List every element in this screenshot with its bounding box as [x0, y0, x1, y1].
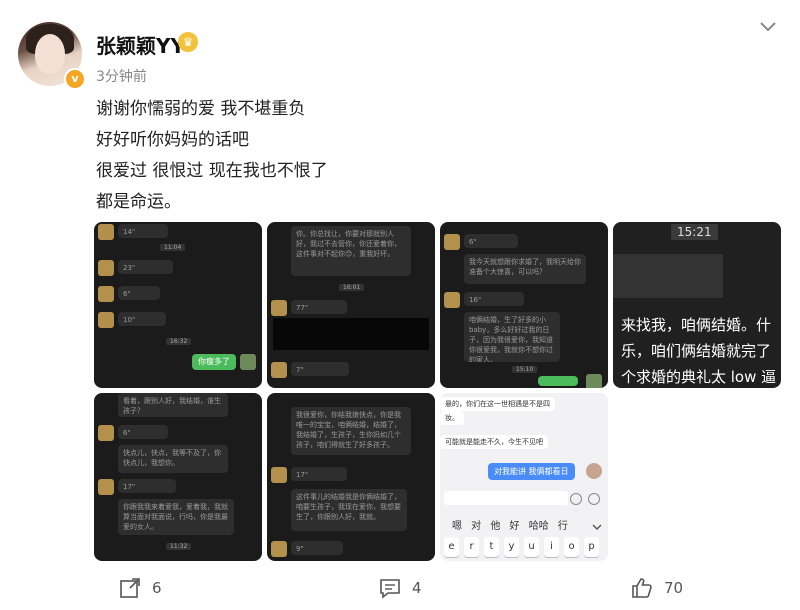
text-message: 你。你总找让，你要对那就别人好，我过不去管你，你还爱着你，这件事对不起你😊，重我… — [291, 226, 411, 276]
voice-message: 17" — [291, 467, 347, 481]
chat-avatar — [98, 224, 114, 240]
image-thumbnail-6[interactable]: 我很爱你，你结我娘快点，你是我唯一的宝宝，咱俩结婚，结婚了，我结婚了，生孩子，生… — [267, 393, 435, 561]
share-icon — [120, 578, 140, 598]
message-input[interactable] — [444, 491, 568, 505]
zoomed-text-line-3: 个求婚的典礼太 low 逼 — [621, 368, 777, 386]
key[interactable]: i — [544, 537, 559, 557]
username[interactable]: 张颖颖YY — [96, 30, 185, 59]
chat-bubble — [613, 254, 723, 298]
redacted-area — [273, 318, 429, 350]
text-message: 这件事儿的结婚我是你俩结婚了，咱要生孩子，我现在爱你，我想要生了，你跟别人好，我… — [291, 489, 407, 531]
chat-avatar — [98, 312, 114, 328]
voice-message: 23" — [118, 260, 173, 274]
image-thumbnail-3[interactable]: 6" 我今天就想跟你求婚了，我明天给你准备个大惊喜，可以吗？ 16" 咱俩结婚，… — [440, 222, 608, 388]
text-message: 妆。 — [440, 411, 464, 425]
voice-message: 16" — [464, 292, 524, 306]
zoomed-text-line-1: 来找我，咱俩结婚。什 — [621, 316, 772, 334]
comment-button[interactable]: 4 — [378, 574, 422, 602]
text-message: 快点儿，快点，我等不及了，你快点儿，我想你。 — [118, 445, 228, 473]
chat-avatar — [98, 286, 114, 302]
share-button[interactable]: 6 — [118, 574, 162, 602]
voice-message: 9" — [291, 541, 343, 555]
image-thumbnail-1[interactable]: 14" 11:04 23" 6" 10" 16:32 你瘦多了 — [94, 222, 262, 388]
green-message — [538, 376, 578, 386]
comment-count: 4 — [412, 579, 422, 597]
chat-avatar — [586, 374, 602, 388]
image-thumbnail-2[interactable]: 你。你总找让，你要对那就别人好，我过不去管你，你还爱着你，这件事对不起你😊，重我… — [267, 222, 435, 388]
chat-avatar — [271, 300, 287, 316]
key[interactable]: p — [584, 537, 599, 557]
blue-message: 对我能讲 我俩都看日 — [488, 463, 575, 480]
post-line-2: 好好听你妈妈的话吧 — [96, 130, 249, 150]
chat-avatar — [444, 234, 460, 250]
voice-message: 6" — [464, 234, 518, 248]
chat-timestamp: 11:32 — [166, 543, 192, 550]
chat-avatar — [271, 467, 287, 483]
chat-timestamp: 15:21 — [671, 224, 718, 240]
chat-avatar — [586, 463, 602, 479]
chat-avatar — [240, 354, 256, 370]
text-message: 看着，跟别人好，我结婚，谁生孩子？ — [118, 393, 228, 417]
post-line-1: 谢谢你懦弱的爱 我不堪重负 — [96, 99, 306, 119]
text-message: 悬的，你们在这一世相遇是不是四 — [440, 397, 555, 411]
green-message: 你瘦多了 — [192, 354, 236, 370]
voice-message: 17" — [118, 479, 176, 493]
text-message: 你跟我我来着爱我，爱着我，我就算当面对我面说，行吗，你是我最爱的女人。 — [118, 499, 234, 535]
emoji-icon[interactable] — [570, 493, 582, 505]
chat-avatar — [98, 425, 114, 441]
share-count: 6 — [152, 579, 162, 597]
image-thumbnail-7[interactable]: 悬的，你们在这一世相遇是不是四 妆。 可能就是能走不久，今生不见吧 对我能讲 我… — [440, 393, 608, 561]
post-time: 3分钟前 — [96, 69, 147, 85]
voice-message: 7" — [291, 362, 349, 376]
zoomed-text-line-2: 乐，咱们俩结婚就完了 — [621, 342, 772, 360]
chat-timestamp: 11:04 — [160, 244, 186, 251]
thumbs-up-icon — [632, 578, 652, 598]
key[interactable]: y — [504, 537, 519, 557]
voice-message: 14" — [118, 224, 168, 238]
ime-candidates[interactable]: 嗯 对 他 好 哈哈 行 — [452, 517, 568, 532]
chevron-down-icon[interactable] — [592, 517, 602, 530]
key[interactable]: t — [484, 537, 499, 557]
avatar-face — [35, 34, 65, 74]
voice-message: 6" — [118, 425, 168, 439]
key[interactable]: e — [444, 537, 459, 557]
post-line-3: 很爱过 很恨过 现在我也不恨了 — [96, 161, 328, 181]
chat-avatar — [98, 479, 114, 495]
image-thumbnail-5[interactable]: 看着，跟别人好，我结婚，谁生孩子？ 6" 快点儿，快点，我等不及了，你快点儿，我… — [94, 393, 262, 561]
voice-message: 77" — [291, 300, 347, 314]
image-thumbnail-4[interactable]: 15:21 来找我，咱俩结婚。什 乐，咱们俩结婚就完了 个求婚的典礼太 low … — [613, 222, 781, 388]
chat-avatar — [444, 292, 460, 308]
chat-timestamp: 16:01 — [339, 284, 365, 291]
like-button[interactable]: 70 — [630, 574, 683, 602]
key[interactable]: r — [464, 537, 479, 557]
chat-avatar — [271, 362, 287, 378]
like-count: 70 — [664, 579, 684, 597]
post-line-4: 都是命运。 — [96, 192, 181, 212]
key[interactable]: u — [524, 537, 539, 557]
chat-avatar — [98, 260, 114, 276]
text-message: 我今天就想跟你求婚了，我明天给你准备个大惊喜，可以吗？ — [464, 254, 586, 284]
text-message: 可能就是能走不久，今生不见吧 — [440, 435, 548, 449]
verified-badge-icon: v — [64, 68, 86, 90]
text-message: 我很爱你，你结我娘快点，你是我唯一的宝宝，咱俩结婚，结婚了，我结婚了，生孩子，生… — [291, 407, 411, 455]
text-message: 咱俩结婚，生了好多的小baby，多么好好过我的日子，因为我很爱你，我知道你很爱我… — [464, 312, 560, 362]
comment-icon — [380, 579, 400, 599]
key[interactable]: o — [564, 537, 579, 557]
plus-icon[interactable] — [588, 493, 600, 505]
voice-message: 6" — [118, 286, 160, 300]
chat-avatar — [271, 541, 287, 557]
chat-timestamp: 16:32 — [166, 338, 192, 345]
voice-message: 10" — [118, 312, 166, 326]
crown-icon: ♛ — [178, 32, 198, 52]
chat-timestamp: 15:10 — [512, 366, 538, 373]
chevron-down-icon[interactable] — [756, 14, 780, 38]
